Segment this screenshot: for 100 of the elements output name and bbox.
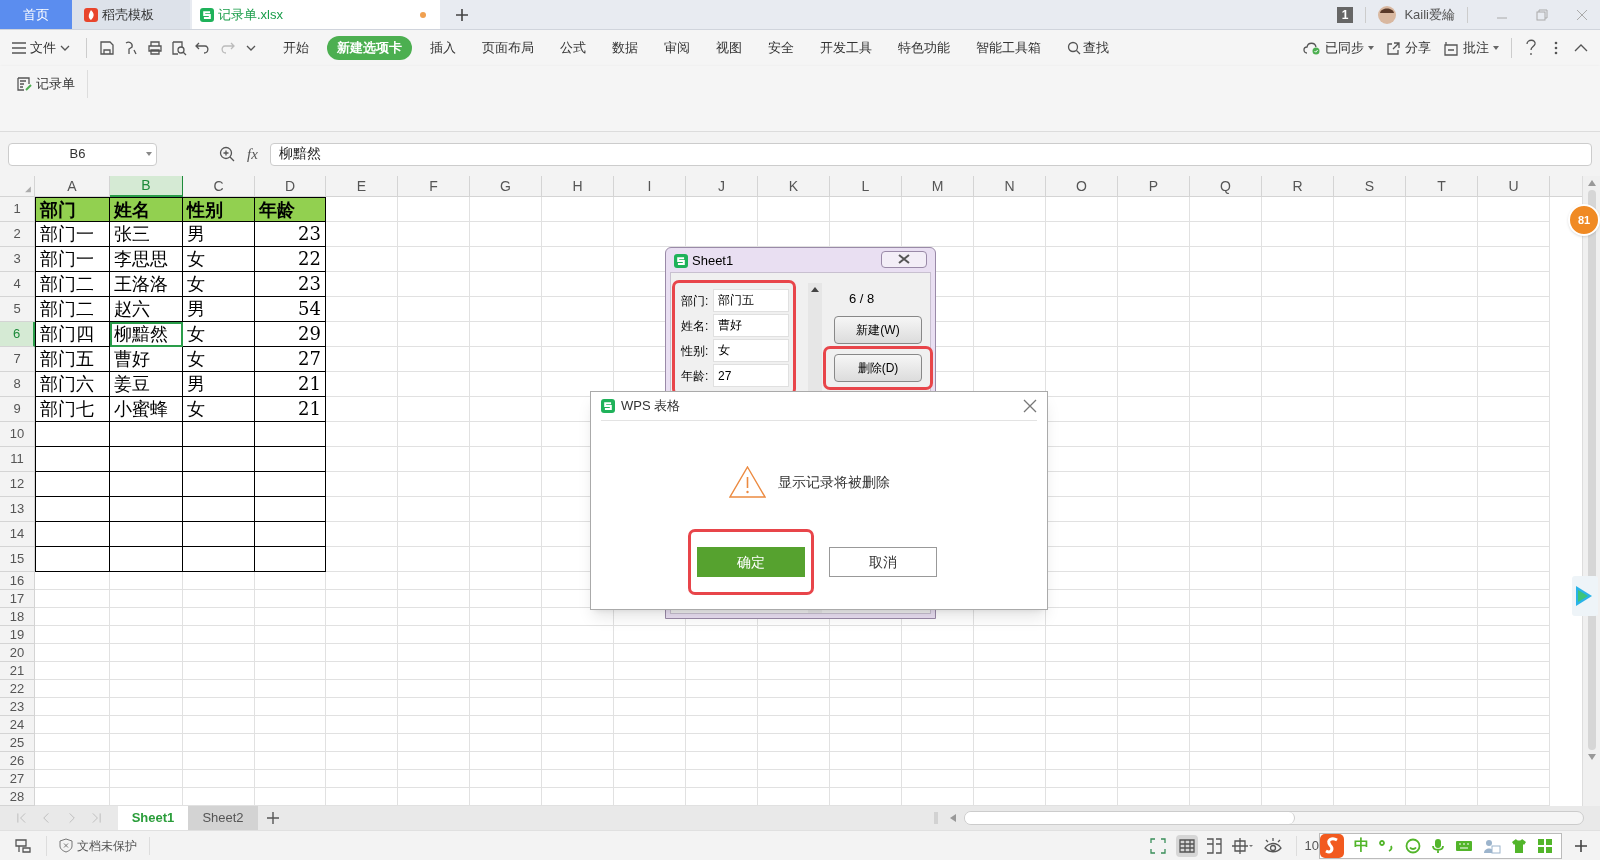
column-header[interactable]: G	[470, 176, 542, 197]
column-header[interactable]: K	[758, 176, 830, 197]
table-cell[interactable]	[35, 547, 110, 572]
row-header[interactable]: 8	[0, 372, 35, 397]
column-header[interactable]: R	[1262, 176, 1334, 197]
table-cell[interactable]: 小蜜蜂	[110, 397, 183, 422]
row-header[interactable]: 25	[0, 734, 35, 752]
row-header[interactable]: 11	[0, 447, 35, 472]
row-header[interactable]: 12	[0, 472, 35, 497]
table-cell[interactable]	[255, 472, 326, 497]
print-preview-icon[interactable]	[171, 40, 187, 56]
table-cell[interactable]: 男	[183, 222, 255, 247]
ribbon-tab[interactable]: 公式	[560, 36, 586, 60]
add-sheet-icon[interactable]	[266, 811, 280, 825]
comment-button[interactable]: 批注	[1443, 38, 1499, 58]
row-header[interactable]: 20	[0, 644, 35, 662]
table-cell[interactable]: 部门二	[35, 297, 110, 322]
row-header[interactable]: 1	[0, 197, 35, 222]
input-field[interactable]: 曹好	[713, 314, 789, 337]
table-cell[interactable]	[110, 472, 183, 497]
close-button[interactable]	[881, 250, 927, 268]
file-menu[interactable]: 文件	[12, 38, 78, 58]
restore-icon[interactable]	[1536, 8, 1548, 21]
row-header[interactable]: 14	[0, 522, 35, 547]
table-cell[interactable]: 54	[255, 297, 326, 322]
table-cell[interactable]	[35, 522, 110, 547]
row-header[interactable]: 13	[0, 497, 35, 522]
ribbon-tab[interactable]: 数据	[612, 36, 638, 60]
table-cell[interactable]	[255, 497, 326, 522]
arrow-widget-icon[interactable]	[1572, 576, 1598, 616]
row-header[interactable]: 22	[0, 680, 35, 698]
table-cell[interactable]: 部门七	[35, 397, 110, 422]
table-cell[interactable]	[35, 447, 110, 472]
scroll-left-icon[interactable]	[950, 814, 956, 822]
row-header[interactable]: 15	[0, 547, 35, 572]
table-cell[interactable]	[183, 547, 255, 572]
row-header[interactable]: 27	[0, 770, 35, 788]
row-header[interactable]: 6	[0, 322, 35, 347]
table-cell[interactable]	[110, 422, 183, 447]
share-button[interactable]: 分享	[1386, 38, 1431, 58]
input-field[interactable]: 女	[713, 339, 789, 362]
device-icon[interactable]	[14, 837, 32, 854]
table-cell[interactable]	[110, 547, 183, 572]
column-title-cell[interactable]: 年龄	[255, 197, 326, 222]
ribbon-tab[interactable]: 智能工具箱	[976, 36, 1041, 60]
table-cell[interactable]: 部门一	[35, 247, 110, 272]
column-header[interactable]: Q	[1190, 176, 1262, 197]
table-cell[interactable]: 赵六	[110, 297, 183, 322]
close-icon[interactable]	[1023, 399, 1037, 413]
smiley-icon[interactable]	[1405, 837, 1421, 854]
column-header[interactable]: P	[1118, 176, 1190, 197]
dialog-button[interactable]: 取消	[829, 547, 937, 577]
record-form-button[interactable]: 记录单	[12, 70, 88, 98]
fullscreen-icon[interactable]	[1149, 837, 1166, 854]
table-cell[interactable]	[183, 472, 255, 497]
row-header[interactable]: 17	[0, 590, 35, 608]
row-header[interactable]: 4	[0, 272, 35, 297]
dialog-button[interactable]: 新建(W)	[834, 316, 922, 344]
ribbon-tab[interactable]: 特色功能	[898, 36, 950, 60]
column-title-cell[interactable]: 性别	[183, 197, 255, 222]
table-cell[interactable]	[255, 447, 326, 472]
ribbon-tab[interactable]: 开发工具	[820, 36, 872, 60]
column-header[interactable]: F	[398, 176, 470, 197]
shirt-icon[interactable]	[1511, 837, 1527, 854]
grid-view-icon[interactable]	[1178, 838, 1195, 853]
table-cell[interactable]: 女	[183, 397, 255, 422]
ribbon-tab[interactable]: 视图	[716, 36, 742, 60]
window-count-badge[interactable]: 1	[1336, 6, 1354, 23]
table-cell[interactable]	[255, 422, 326, 447]
column-header[interactable]: U	[1478, 176, 1550, 197]
scroll-down-icon[interactable]	[1587, 754, 1596, 760]
table-cell[interactable]: 21	[255, 372, 326, 397]
row-header[interactable]: 28	[0, 788, 35, 806]
column-header[interactable]: L	[830, 176, 902, 197]
protection-status[interactable]: 文档未保护	[59, 836, 150, 855]
table-cell[interactable]	[183, 522, 255, 547]
select-all-icon[interactable]	[0, 176, 35, 197]
column-header[interactable]: N	[974, 176, 1046, 197]
dialog-button[interactable]: 删除(D)	[834, 354, 922, 382]
row-header[interactable]: 26	[0, 752, 35, 770]
table-cell[interactable]: 张三	[110, 222, 183, 247]
table-cell[interactable]	[183, 497, 255, 522]
punctuation-icon[interactable]	[1379, 838, 1395, 853]
microphone-icon[interactable]	[1431, 837, 1445, 854]
search-button[interactable]: 查找	[1067, 38, 1109, 58]
column-header[interactable]: A	[35, 176, 110, 197]
table-cell[interactable]: 男	[183, 297, 255, 322]
table-cell[interactable]: 部门五	[35, 347, 110, 372]
sheet-tab[interactable]: Sheet1	[118, 806, 188, 830]
column-header[interactable]: D	[255, 176, 326, 197]
table-cell[interactable]	[35, 422, 110, 447]
zoom-in-icon[interactable]	[1574, 838, 1588, 853]
document-tab[interactable]: 稻壳模板	[72, 0, 190, 29]
table-cell[interactable]: 女	[183, 272, 255, 297]
table-cell[interactable]	[35, 497, 110, 522]
row-header[interactable]: 23	[0, 698, 35, 716]
zoom-icon[interactable]	[219, 146, 235, 162]
redo-icon[interactable]	[219, 40, 235, 56]
column-header[interactable]: C	[183, 176, 255, 197]
ribbon-tab[interactable]: 开始	[283, 36, 309, 60]
